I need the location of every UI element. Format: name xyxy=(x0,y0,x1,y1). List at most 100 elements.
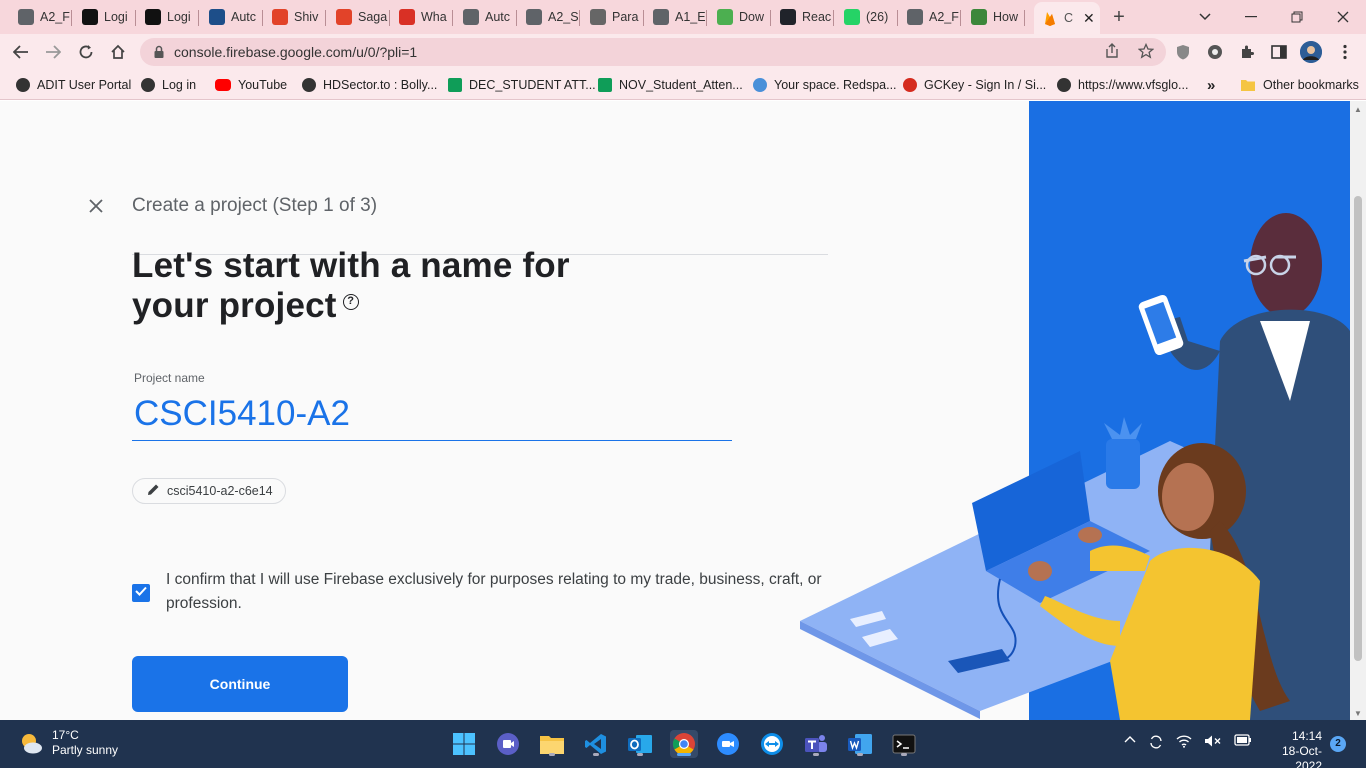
nodejs-icon xyxy=(971,9,987,25)
gitlab-icon xyxy=(272,9,288,25)
share-icon[interactable] xyxy=(1104,43,1120,59)
bookmark-label: https://www.vfsglo... xyxy=(1078,78,1189,92)
minimize-icon xyxy=(1245,16,1257,18)
bookmarks-overflow-button[interactable]: » xyxy=(1207,76,1215,94)
notification-badge[interactable]: 2 xyxy=(1330,736,1346,752)
window-close-button[interactable] xyxy=(1320,4,1366,30)
new-tab-button[interactable]: + xyxy=(1106,5,1132,29)
taskbar-outlook[interactable] xyxy=(626,730,654,758)
start-button[interactable] xyxy=(450,730,478,758)
url-text[interactable]: console.firebase.google.com/u/0/?pli=1 xyxy=(174,44,417,60)
tab-label: A2_F xyxy=(40,10,70,24)
tab-label: Shiv xyxy=(294,10,319,24)
confirm-checkbox[interactable] xyxy=(132,584,150,602)
tab-label: Logi xyxy=(167,10,191,24)
browser-tab[interactable]: A2_S xyxy=(518,4,578,30)
taskbar-terminal[interactable] xyxy=(890,730,918,758)
profile-avatar[interactable] xyxy=(1300,41,1322,63)
lock-icon[interactable] xyxy=(152,45,166,59)
taskbar-word[interactable] xyxy=(846,730,874,758)
double-chevron-icon: » xyxy=(1207,76,1216,94)
tab-label: Autc xyxy=(485,10,511,24)
browser-tab[interactable]: A1_E xyxy=(645,4,705,30)
bookmark-item[interactable]: https://www.vfsglo... xyxy=(1057,76,1188,94)
sync-icon[interactable] xyxy=(1148,734,1164,750)
partly-sunny-icon xyxy=(22,734,42,754)
address-bar[interactable]: console.firebase.google.com/u/0/?pli=1 xyxy=(140,38,1166,66)
taskbar-chat[interactable] xyxy=(494,730,522,758)
confirm-checkbox-label: I confirm that I will use Firebase exclu… xyxy=(166,571,822,612)
tab-label: Para xyxy=(612,10,639,24)
browser-tab[interactable]: Saga xyxy=(328,4,388,30)
menu-kebab-icon[interactable] xyxy=(1334,41,1356,63)
shield-extension-icon[interactable] xyxy=(1172,41,1194,63)
system-clock[interactable]: 14:14 18-Oct-2022 xyxy=(1256,729,1322,768)
bookmark-item[interactable]: ADIT User Portal xyxy=(16,76,131,94)
other-bookmarks-button[interactable]: Other bookmarks xyxy=(1240,76,1359,94)
bookmark-item[interactable]: YouTube xyxy=(215,76,287,94)
scroll-up-arrow-icon[interactable]: ▲ xyxy=(1353,105,1363,114)
tab-label: Saga xyxy=(358,10,388,24)
puzzle-extensions-icon[interactable] xyxy=(1236,41,1258,63)
browser-tab[interactable]: Autc xyxy=(201,4,261,30)
tab-search-button[interactable] xyxy=(1182,4,1228,30)
taskbar-teams[interactable] xyxy=(802,730,830,758)
browser-tab[interactable]: Para xyxy=(582,4,642,30)
battery-icon[interactable] xyxy=(1234,734,1252,746)
home-button[interactable] xyxy=(105,40,131,64)
help-icon[interactable]: ? xyxy=(342,294,359,311)
browser-tab[interactable]: Shiv xyxy=(264,4,324,30)
bookmark-item[interactable]: Log in xyxy=(141,76,196,94)
taskbar-file-explorer[interactable] xyxy=(538,730,566,758)
tab-label: C xyxy=(1064,11,1074,25)
taskbar-teamviewer[interactable] xyxy=(758,730,786,758)
bookmark-item[interactable]: NOV_Student_Atten... xyxy=(598,76,743,94)
browser-tab[interactable]: A2_F xyxy=(899,4,959,30)
project-name-input[interactable] xyxy=(132,387,732,441)
browser-tab[interactable]: Logi xyxy=(137,4,197,30)
globe-icon xyxy=(18,9,34,25)
browser-tab[interactable]: How xyxy=(963,4,1023,30)
browser-tab[interactable]: Logi xyxy=(74,4,134,30)
speaker-muted-icon[interactable] xyxy=(1204,734,1222,748)
browser-tab[interactable]: Reac xyxy=(772,4,832,30)
close-tab-icon[interactable]: ✕ xyxy=(1083,10,1095,27)
weather-widget[interactable]: 17°C Partly sunny xyxy=(18,728,118,758)
browser-tab[interactable]: Wha xyxy=(391,4,451,30)
bookmark-item[interactable]: DEC_STUDENT ATT... xyxy=(448,76,596,94)
tab-separator xyxy=(578,10,580,26)
taskbar-zoom[interactable] xyxy=(714,730,742,758)
taskbar-chrome[interactable] xyxy=(670,730,698,758)
restore-button[interactable] xyxy=(1274,4,1320,30)
tab-label: A1_E xyxy=(675,10,705,24)
taskbar-vscode[interactable] xyxy=(582,730,610,758)
continue-button[interactable]: Continue xyxy=(132,656,348,712)
minimize-button[interactable] xyxy=(1228,4,1274,30)
bookmark-item[interactable]: GCKey - Sign In / Si... xyxy=(903,76,1046,94)
scrollbar-thumb[interactable] xyxy=(1354,196,1362,661)
forward-button[interactable] xyxy=(40,40,66,64)
bookmark-item[interactable]: Your space. Redspa... xyxy=(753,76,897,94)
browser-tab[interactable]: Autc xyxy=(455,4,515,30)
back-button[interactable] xyxy=(8,40,34,64)
bookmark-item[interactable]: HDSector.to : Bolly... xyxy=(302,76,437,94)
reload-button[interactable] xyxy=(73,40,99,64)
close-icon xyxy=(89,199,103,213)
wifi-icon[interactable] xyxy=(1176,734,1192,748)
arrow-right-icon xyxy=(46,45,61,59)
project-id-chip[interactable]: csci5410-a2-c6e14 xyxy=(132,478,286,504)
tab-active-firebase[interactable]: C ✕ xyxy=(1034,2,1100,34)
browser-tab[interactable]: (26) xyxy=(836,4,896,30)
side-panel-icon[interactable] xyxy=(1268,41,1290,63)
star-icon[interactable] xyxy=(1138,43,1154,59)
tab-separator xyxy=(70,10,72,26)
extension-icon[interactable] xyxy=(1204,41,1226,63)
page-scrollbar[interactable]: ▲ ▼ xyxy=(1350,101,1366,720)
browser-tab[interactable]: A2_F xyxy=(10,4,70,30)
chevron-up-icon[interactable] xyxy=(1124,734,1136,746)
scroll-down-arrow-icon[interactable]: ▼ xyxy=(1353,709,1363,718)
bookmark-label: HDSector.to : Bolly... xyxy=(323,78,438,92)
globe-icon xyxy=(16,78,30,92)
browser-tab[interactable]: Dow xyxy=(709,4,769,30)
close-dialog-button[interactable] xyxy=(86,197,106,217)
